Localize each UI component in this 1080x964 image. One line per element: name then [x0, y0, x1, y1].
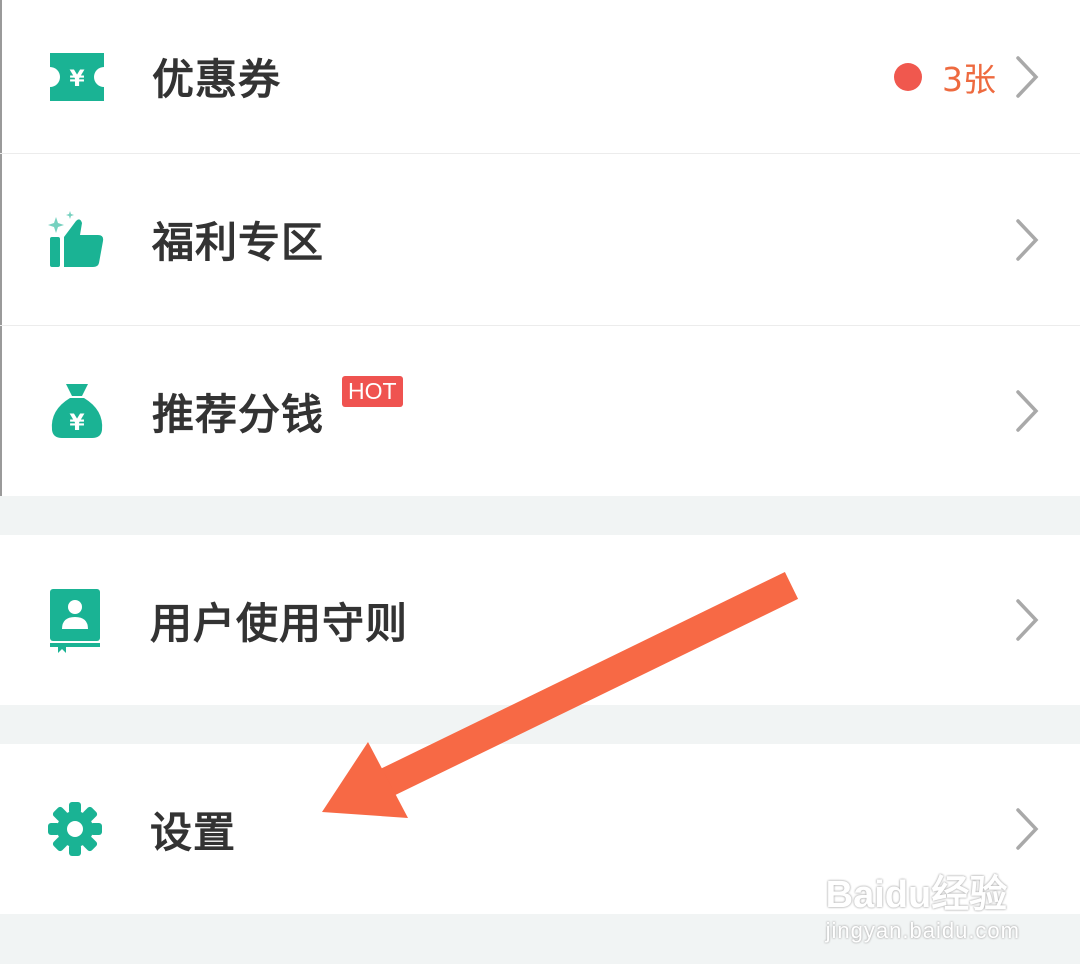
chevron-right-icon	[1016, 390, 1039, 432]
guidelines-label: 用户使用守则	[150, 598, 409, 648]
coupon-count: 3张	[942, 59, 996, 99]
menu-item-guidelines[interactable]: 用户使用守则	[0, 535, 1080, 705]
chevron-right-icon	[1016, 55, 1039, 98]
chevron-right-icon	[1016, 218, 1039, 261]
menu-page: ¥ 优惠券 3张 福利专区 ¥ 推荐分钱 HOT 用户使用守则 设置 Baidu…	[0, 0, 1080, 964]
watermark: Baidu经验 jingyan.baidu.com	[826, 863, 1020, 944]
hot-badge: HOT	[342, 376, 403, 407]
menu-item-coupons[interactable]: ¥ 优惠券 3张	[0, 0, 1080, 153]
coupons-label: 优惠券	[152, 55, 282, 104]
svg-text:¥: ¥	[69, 67, 85, 92]
welfare-label: 福利专区	[152, 218, 325, 267]
referral-label: 推荐分钱	[152, 389, 325, 439]
svg-text:¥: ¥	[69, 411, 85, 436]
gear-icon	[44, 798, 106, 860]
menu-item-referral[interactable]: ¥ 推荐分钱 HOT	[0, 326, 1080, 496]
money-bag-icon: ¥	[46, 380, 108, 442]
user-book-icon	[44, 589, 106, 653]
watermark-brand: Baidu经验	[825, 874, 1008, 916]
ticket-yuan-icon: ¥	[46, 46, 108, 108]
chevron-right-icon	[1016, 808, 1039, 850]
settings-label: 设置	[150, 807, 237, 857]
chevron-right-icon	[1016, 599, 1039, 641]
thumbs-up-icon	[46, 209, 108, 271]
unread-dot	[894, 62, 922, 91]
watermark-url: jingyan.baidu.com	[825, 918, 1020, 943]
menu-item-welfare[interactable]: 福利专区	[0, 154, 1080, 325]
